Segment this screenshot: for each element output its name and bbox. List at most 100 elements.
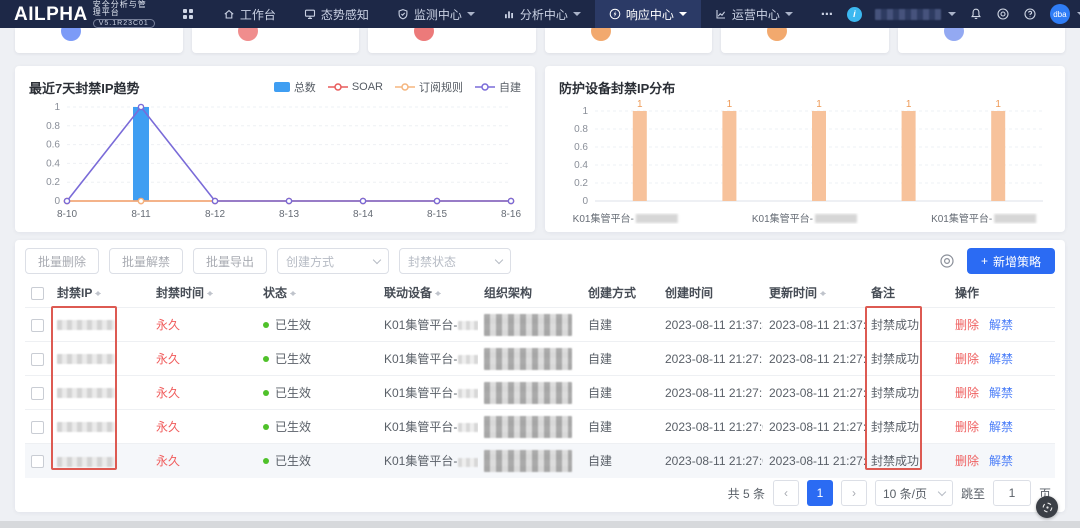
unban-link[interactable]: 解禁 bbox=[989, 386, 1013, 400]
unban-link[interactable]: 解禁 bbox=[989, 420, 1013, 434]
legend-item[interactable]: 自建 bbox=[475, 79, 521, 95]
svg-text:8-15: 8-15 bbox=[427, 209, 447, 220]
org-redacted bbox=[484, 416, 572, 438]
ban-ip-redacted bbox=[57, 320, 115, 330]
status-dot bbox=[263, 322, 269, 328]
floating-helper-button[interactable] bbox=[1036, 496, 1058, 518]
stat-card bbox=[545, 28, 713, 53]
helper-icon bbox=[1041, 501, 1054, 514]
tenant-name-redacted[interactable] bbox=[875, 9, 941, 20]
svg-text:8-14: 8-14 bbox=[353, 209, 373, 220]
tenant-info-icon[interactable]: i bbox=[847, 7, 862, 22]
col-header-ban-ip[interactable]: 封禁IP bbox=[51, 278, 150, 308]
col-header-create-time: 创建时间 bbox=[659, 278, 763, 308]
ellipsis-icon: ⋯ bbox=[821, 7, 833, 21]
row-checkbox[interactable] bbox=[31, 353, 44, 366]
ban-time: 永久 bbox=[150, 342, 257, 376]
app-logo: AILPHA 安全分析与管理平台 V5.1R23C01 bbox=[0, 1, 165, 28]
nav-item-operation-center[interactable]: 运营中心 bbox=[701, 0, 807, 28]
nav-item-response-center[interactable]: 响应中心 bbox=[595, 0, 701, 28]
browser-scrollbar[interactable] bbox=[0, 521, 1080, 528]
svg-text:8-11: 8-11 bbox=[131, 209, 151, 220]
row-checkbox[interactable] bbox=[31, 319, 44, 332]
ban-time: 永久 bbox=[150, 308, 257, 342]
org-redacted bbox=[484, 348, 572, 370]
page-size-select[interactable]: 10 条/页 bbox=[875, 480, 953, 506]
ban-time: 永久 bbox=[150, 444, 257, 478]
chevron-down-icon bbox=[679, 12, 687, 20]
target-icon[interactable] bbox=[996, 7, 1010, 21]
svg-text:1: 1 bbox=[54, 102, 60, 113]
chevron-down-icon bbox=[495, 255, 503, 263]
col-header-update-time[interactable]: 更新时间 bbox=[763, 278, 865, 308]
ban-ip-redacted bbox=[57, 457, 115, 467]
ban-time: 永久 bbox=[150, 376, 257, 410]
device: K01集管平台- bbox=[378, 342, 478, 376]
ban-status-select[interactable]: 封禁状态 bbox=[399, 248, 511, 274]
next-page-button[interactable]: › bbox=[841, 480, 867, 506]
chart-legend: 总数 SOAR 订阅规则自建 bbox=[274, 79, 521, 95]
nav-item-situation[interactable]: 态势感知 bbox=[290, 0, 383, 28]
nav-item-workbench[interactable]: 工作台 bbox=[209, 0, 290, 28]
column-settings-icon[interactable] bbox=[939, 253, 955, 269]
add-policy-button[interactable]: + 新增策略 bbox=[967, 248, 1055, 274]
jump-label: 跳至 bbox=[961, 485, 985, 502]
org bbox=[478, 376, 582, 410]
device-name-redacted bbox=[458, 389, 478, 398]
help-icon[interactable] bbox=[1023, 7, 1037, 21]
monitor-icon bbox=[304, 8, 316, 20]
batch-export-button[interactable]: 批量导出 bbox=[193, 248, 267, 274]
jump-page-input[interactable] bbox=[993, 480, 1031, 506]
avatar[interactable]: dba bbox=[1050, 4, 1070, 24]
nav-item-analysis-center[interactable]: 分析中心 bbox=[489, 0, 595, 28]
sort-icon bbox=[820, 288, 826, 299]
org bbox=[478, 342, 582, 376]
delete-link[interactable]: 删除 bbox=[955, 352, 979, 366]
prev-page-button[interactable]: ‹ bbox=[773, 480, 799, 506]
app-switcher-icon[interactable] bbox=[183, 9, 193, 19]
row-checkbox[interactable] bbox=[31, 387, 44, 400]
delete-link[interactable]: 删除 bbox=[955, 318, 979, 332]
select-all-checkbox[interactable] bbox=[31, 287, 44, 300]
svg-text:0.6: 0.6 bbox=[574, 142, 588, 153]
bolt-circle-icon bbox=[609, 8, 621, 20]
nav-item-monitor-center[interactable]: 监测中心 bbox=[383, 0, 489, 28]
legend-item[interactable]: 总数 bbox=[274, 79, 316, 95]
current-page-button[interactable]: 1 bbox=[807, 480, 833, 506]
stat-card bbox=[898, 28, 1066, 53]
status-dot bbox=[263, 390, 269, 396]
delete-link[interactable]: 删除 bbox=[955, 386, 979, 400]
table-toolbar: 批量删除 批量解禁 批量导出 创建方式 封禁状态 + 新增策略 bbox=[25, 248, 1055, 274]
status-dot bbox=[263, 458, 269, 464]
distribution-chart-card: 防护设备封禁IP分布 00.20.40.60.8111111K01集管平台-K0… bbox=[545, 66, 1065, 232]
update-time: 2023-08-11 21:27:01 bbox=[763, 444, 865, 478]
bell-icon[interactable] bbox=[969, 7, 983, 21]
top-navbar: AILPHA 安全分析与管理平台 V5.1R23C01 工作台 态势感知 监测中… bbox=[0, 0, 1080, 28]
app-subtitle: 安全分析与管理平台 bbox=[93, 1, 155, 17]
note: 封禁成功 bbox=[865, 308, 949, 342]
unban-link[interactable]: 解禁 bbox=[989, 352, 1013, 366]
legend-item[interactable]: 订阅规则 bbox=[395, 79, 463, 95]
col-header-status[interactable]: 状态 bbox=[257, 278, 378, 308]
stat-card bbox=[721, 28, 889, 53]
row-checkbox[interactable] bbox=[31, 455, 44, 468]
nav-item-more[interactable]: ⋯ bbox=[807, 0, 847, 28]
col-header-device[interactable]: 联动设备 bbox=[378, 278, 478, 308]
delete-link[interactable]: 删除 bbox=[955, 420, 979, 434]
status: 已生效 bbox=[257, 376, 378, 410]
unban-link[interactable]: 解禁 bbox=[989, 318, 1013, 332]
legend-item[interactable]: SOAR bbox=[328, 81, 383, 93]
batch-delete-button[interactable]: 批量删除 bbox=[25, 248, 99, 274]
chevron-down-icon[interactable] bbox=[948, 12, 956, 20]
row-checkbox[interactable] bbox=[31, 421, 44, 434]
create-method-select[interactable]: 创建方式 bbox=[277, 248, 389, 274]
batch-unban-button[interactable]: 批量解禁 bbox=[109, 248, 183, 274]
status: 已生效 bbox=[257, 410, 378, 444]
trend-chart-icon bbox=[715, 8, 727, 20]
delete-link[interactable]: 删除 bbox=[955, 454, 979, 468]
sort-icon bbox=[290, 288, 296, 299]
unban-link[interactable]: 解禁 bbox=[989, 454, 1013, 468]
col-header-ban-time[interactable]: 封禁时间 bbox=[150, 278, 257, 308]
org-redacted bbox=[484, 314, 572, 336]
svg-text:1: 1 bbox=[637, 99, 643, 110]
